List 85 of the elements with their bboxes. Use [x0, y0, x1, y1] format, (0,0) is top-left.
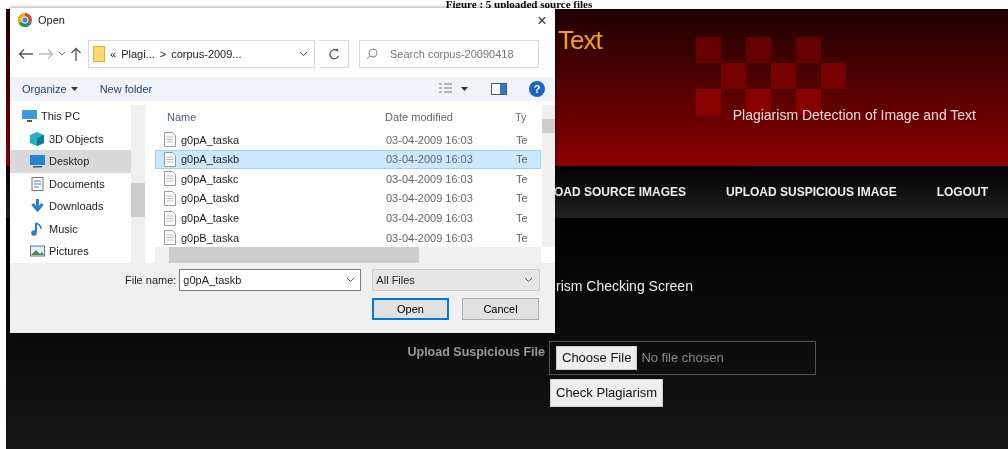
- file-type: Te: [516, 132, 529, 148]
- page-heading: rism Checking Screen: [556, 277, 694, 296]
- toolbar-button[interactable]: New folder: [99, 80, 153, 98]
- picture-icon: [30, 244, 45, 259]
- file-type: Te: [516, 210, 529, 226]
- toolbar-button[interactable]: Organize: [22, 80, 78, 98]
- breadcrumb-item[interactable]: corpus-2009...: [171, 45, 242, 63]
- refresh-icon: [327, 48, 340, 60]
- file-date: 03-04-2009 16:03: [386, 132, 474, 148]
- file-icon: [164, 171, 176, 187]
- nav-link[interactable]: OAD SOURCE IMAGES: [554, 183, 686, 201]
- file-row[interactable]: g0pA_taskc 03-04-2009 16:03 Te: [155, 169, 541, 189]
- sidebar-item[interactable]: Downloads: [10, 195, 135, 218]
- file-name: g0pA_taskc: [181, 171, 239, 187]
- view-options-icon[interactable]: [439, 83, 469, 95]
- column-header[interactable]: Ty: [515, 109, 529, 126]
- file-date: 03-04-2009 16:03: [386, 210, 474, 226]
- file-name: g0pA_taska: [181, 132, 240, 148]
- file-name-field[interactable]: g0pA_taskb: [179, 269, 362, 291]
- field-label: Upload Suspicious File: [406, 344, 545, 360]
- document-icon: [30, 176, 45, 191]
- column-header[interactable]: Date modified: [385, 109, 515, 126]
- back-arrow-icon[interactable]: [18, 48, 34, 60]
- file-name: g0pA_taske: [181, 210, 240, 226]
- site-logo[interactable]: Text: [558, 9, 602, 53]
- check-plagiarism-button[interactable]: Check Plagiarism: [550, 379, 664, 407]
- window-title: Open: [38, 12, 65, 28]
- up-arrow-icon[interactable]: [70, 47, 82, 61]
- circle-logo-icon: [18, 13, 32, 27]
- file-icon: [164, 191, 176, 207]
- nav-link[interactable]: UPLOAD SUSPICIOUS IMAGE: [726, 183, 897, 201]
- breadcrumb-separator: >: [159, 46, 167, 62]
- file-icon: [164, 210, 176, 226]
- sidebar-item[interactable]: Pictures: [10, 240, 135, 263]
- sidebar-item[interactable]: Music: [10, 217, 135, 240]
- dialog-button[interactable]: Cancel: [462, 298, 539, 320]
- file-type: Te: [516, 191, 529, 207]
- folder-icon: [93, 46, 105, 62]
- file-type-dropdown[interactable]: All Files: [372, 269, 541, 291]
- file-name: g0pA_taskb: [181, 152, 240, 168]
- help-icon[interactable]: ?: [529, 81, 545, 97]
- file-date: 03-04-2009 16:03: [386, 230, 474, 246]
- preview-pane-icon[interactable]: [491, 83, 507, 95]
- search-icon: [366, 48, 378, 60]
- file-row[interactable]: g0pA_taske 03-04-2009 16:03 Te: [155, 208, 541, 228]
- caret-icon[interactable]: [346, 277, 356, 283]
- sidebar-item[interactable]: 3D Objects: [10, 127, 135, 150]
- file-date: 03-04-2009 16:03: [386, 152, 474, 168]
- monitor-icon: [30, 154, 45, 169]
- file-icon: [164, 230, 176, 246]
- dialog-button[interactable]: Open: [372, 298, 449, 320]
- music-note-icon: [30, 221, 45, 236]
- file-row[interactable]: g0pA_taska 03-04-2009 16:03 Te: [155, 130, 541, 150]
- nav-link[interactable]: LOGOUT: [936, 183, 989, 201]
- file-type: Te: [516, 152, 529, 168]
- search-field[interactable]: Search corpus-20090418: [359, 40, 539, 68]
- file-row[interactable]: g0pA_taskb 03-04-2009 16:03 Te: [155, 149, 541, 170]
- file-type: Te: [516, 171, 529, 187]
- computer-icon: [22, 109, 37, 124]
- download-icon: [30, 199, 45, 214]
- breadcrumb-overflow[interactable]: «: [110, 45, 117, 63]
- close-button[interactable]: ×: [537, 11, 547, 29]
- column-header[interactable]: Name: [155, 109, 385, 126]
- sidebar-item[interactable]: Documents: [10, 172, 135, 195]
- file-name: g0pA_taskd: [181, 191, 240, 207]
- caret-icon: [70, 87, 78, 91]
- field-label: File name:: [125, 272, 177, 288]
- file-date: 03-04-2009 16:03: [386, 171, 474, 187]
- site-tagline: Plagiarism Detection of Image and Text: [732, 106, 976, 125]
- file-input[interactable]: Choose File No file chosen: [549, 341, 816, 375]
- file-icon: [164, 151, 176, 167]
- refresh-button[interactable]: [319, 40, 349, 68]
- caret-icon: [524, 277, 534, 283]
- file-icon: [164, 132, 176, 148]
- file-row[interactable]: g0pA_taskd 03-04-2009 16:03 Te: [155, 188, 541, 209]
- address-bar[interactable]: « Plagi... > corpus-2009...: [88, 40, 315, 68]
- caret-icon[interactable]: [58, 51, 66, 57]
- file-type: Te: [516, 230, 529, 246]
- caret-icon[interactable]: [299, 51, 308, 57]
- file-row[interactable]: g0pB_taska 03-04-2009 16:03 Te: [155, 227, 541, 247]
- breadcrumb-item[interactable]: Plagi...: [121, 45, 155, 63]
- sidebar-item[interactable]: This PC: [10, 105, 135, 128]
- file-name: g0pB_taska: [181, 230, 240, 246]
- file-date: 03-04-2009 16:03: [386, 191, 474, 207]
- cube-icon: [30, 131, 45, 146]
